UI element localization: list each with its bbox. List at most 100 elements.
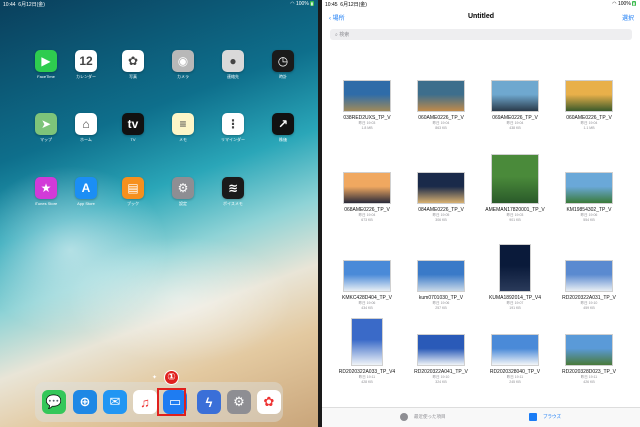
camera-app[interactable]: ◉ カメラ xyxy=(163,50,203,80)
books-icon: ▤ xyxy=(122,177,144,199)
camera-icon: ◉ xyxy=(172,50,194,72)
file-size: 438 KB xyxy=(509,126,521,130)
file-item[interactable]: RD2020322A031_TP_V 昨日 19:10 459 KB xyxy=(553,242,625,310)
file-item[interactable]: KMKC428D404_TP_V 昨日 19:06 434 KB xyxy=(331,242,403,310)
facetime-app[interactable]: ▶ FaceTime xyxy=(26,50,66,79)
file-item[interactable]: RD2020328D023_TP_V 昨日 19:11 426 KB xyxy=(553,316,625,384)
stocks-app[interactable]: ↗ 株価 xyxy=(263,113,303,143)
file-thumbnail xyxy=(343,260,391,292)
tv-app[interactable]: tv TV xyxy=(113,113,153,142)
file-size: 245 KB xyxy=(509,380,521,384)
file-item[interactable]: AMEMAN17820001_TP_V 昨日 19:03 901 KB xyxy=(479,154,551,222)
settings-app[interactable]: ⚙ 設定 xyxy=(163,177,203,207)
file-thumbnail xyxy=(351,318,383,366)
tab-bar: 最近使った項目 ブラウズ xyxy=(322,407,640,427)
music-dock-icon[interactable]: ♫ xyxy=(133,390,157,414)
contacts-app[interactable]: ● 連絡先 xyxy=(213,50,253,80)
battery-icon: ▮ xyxy=(309,1,314,6)
file-item[interactable]: RD2020322A041_TP_V 昨日 19:10 324 KB xyxy=(405,316,477,384)
notes-icon: ≡ xyxy=(172,113,194,135)
calendar-app[interactable]: 12 カレンダー xyxy=(66,50,106,80)
file-item[interactable]: 069AME0226_TP_V 昨日 19:04 438 KB xyxy=(479,62,551,130)
photos-dock-icon[interactable]: ✿ xyxy=(257,390,281,414)
file-size: 191 KB xyxy=(509,306,521,310)
clock-icon: ◷ xyxy=(272,50,294,72)
maps-icon: ➤ xyxy=(35,113,57,135)
file-item[interactable]: 084AME0226_TP_V 昨日 19:05 306 KB xyxy=(405,154,477,222)
file-item[interactable]: RD2020322A033_TP_V4 昨日 19:11 428 KB xyxy=(331,316,403,384)
file-size: 863 KB xyxy=(435,126,447,130)
file-thumbnail xyxy=(491,80,539,112)
app-label: 写真 xyxy=(129,74,137,79)
file-size: 1.8 MB xyxy=(361,126,373,130)
file-item[interactable]: kum0701030_TP_V 昨日 19:06 257 KB xyxy=(405,242,477,310)
app-label: マップ xyxy=(40,137,52,142)
file-size: 434 KB xyxy=(361,306,373,310)
app-dock-icon[interactable]: ϟ xyxy=(197,390,221,414)
file-thumbnail xyxy=(343,172,391,204)
books-app[interactable]: ▤ ブック xyxy=(113,177,153,207)
file-size: 306 KB xyxy=(435,218,447,222)
app-label: TV xyxy=(130,137,136,142)
right-status-time: 10:45 6月12日(金) xyxy=(325,2,367,8)
voice-memos-app[interactable]: ≋ ボイスメモ xyxy=(213,177,253,207)
home-app[interactable]: ⌂ ホーム xyxy=(66,113,106,143)
settings-dock-icon[interactable]: ⚙ xyxy=(227,390,251,414)
page-title: Untitled xyxy=(467,13,495,20)
app-store-icon: A xyxy=(75,177,97,199)
safari-dock-icon[interactable]: ⊕ xyxy=(73,390,97,414)
file-item[interactable]: 060AME0226_TP_V 昨日 19:04 1.1 MB xyxy=(553,62,625,130)
files-app: 10:45 6月12日(金) ◠ 100% ▮ ‹ 場所 Untitled 選択 … xyxy=(322,0,640,427)
select-button[interactable]: 選択 xyxy=(622,13,634,22)
app-label: リマインダー xyxy=(221,137,245,142)
app-label: ブック xyxy=(127,201,139,206)
file-item[interactable]: KM19854302_TP_V 昨日 19:06 554 KB xyxy=(553,154,625,222)
app-label: App Store xyxy=(77,201,95,206)
file-thumbnail xyxy=(417,334,465,366)
mail-dock-icon[interactable]: ✉ xyxy=(103,390,127,414)
maps-app[interactable]: ➤ マップ xyxy=(26,113,66,143)
file-size: 1.1 MB xyxy=(583,126,595,130)
search-input[interactable]: ⌕ 検索 xyxy=(330,29,632,40)
file-item[interactable]: KUMA1892014_TP_V4 昨日 19:07 191 KB xyxy=(479,242,551,310)
step-badge: ① xyxy=(164,370,179,385)
facetime-icon: ▶ xyxy=(35,50,57,72)
file-thumbnail xyxy=(343,80,391,112)
app-label: ホーム xyxy=(80,137,92,142)
folder-icon xyxy=(529,413,537,421)
app-label: 株価 xyxy=(279,137,287,142)
left-status-battery: ◠ 100% ▮ xyxy=(290,1,314,7)
file-item[interactable]: 068AME0226_TP_V 昨日 19:04 673 KB xyxy=(331,154,403,222)
app-store-app[interactable]: A App Store xyxy=(66,177,106,206)
file-thumbnail xyxy=(417,260,465,292)
notes-app[interactable]: ≡ メモ xyxy=(163,113,203,143)
itunes-store-app[interactable]: ★ iTunes Store xyxy=(26,177,66,206)
app-label: 設定 xyxy=(179,201,187,206)
nav-bar: ‹ 場所 Untitled 選択 xyxy=(322,11,640,27)
app-label: メモ xyxy=(179,137,187,142)
battery-icon: ▮ xyxy=(631,1,636,6)
reminders-app[interactable]: ⋮ リマインダー xyxy=(213,113,253,143)
file-thumbnail xyxy=(565,260,613,292)
clock-app[interactable]: ◷ 時計 xyxy=(263,50,303,80)
file-item[interactable]: 038RED2UXS_TP_V 昨日 19:03 1.8 MB xyxy=(331,62,403,130)
search-placeholder: 検索 xyxy=(339,32,350,38)
tab-browse[interactable]: ブラウズ xyxy=(529,413,561,421)
file-size: 901 KB xyxy=(509,218,521,222)
file-size: 673 KB xyxy=(361,218,373,222)
gear-icon: ⚙ xyxy=(172,177,194,199)
file-thumbnail xyxy=(565,80,613,112)
messages-dock-icon[interactable]: 💬 xyxy=(42,390,66,414)
file-size: 428 KB xyxy=(361,380,373,384)
tab-recent[interactable]: 最近使った項目 xyxy=(400,413,446,421)
file-item[interactable]: RD2020328040_TP_V 昨日 19:11 245 KB xyxy=(479,316,551,384)
stocks-icon: ↗ xyxy=(272,113,294,135)
file-thumbnail xyxy=(565,172,613,204)
file-thumbnail xyxy=(565,334,613,366)
pointer-cursor-icon: ✦ xyxy=(152,375,158,381)
home-icon: ⌂ xyxy=(75,113,97,135)
tv-icon: tv xyxy=(122,113,144,135)
file-size: 257 KB xyxy=(435,306,447,310)
file-item[interactable]: 060AME0226_TP_V 昨日 19:04 863 KB xyxy=(405,62,477,130)
photos-app[interactable]: ✿ 写真 xyxy=(113,50,153,80)
